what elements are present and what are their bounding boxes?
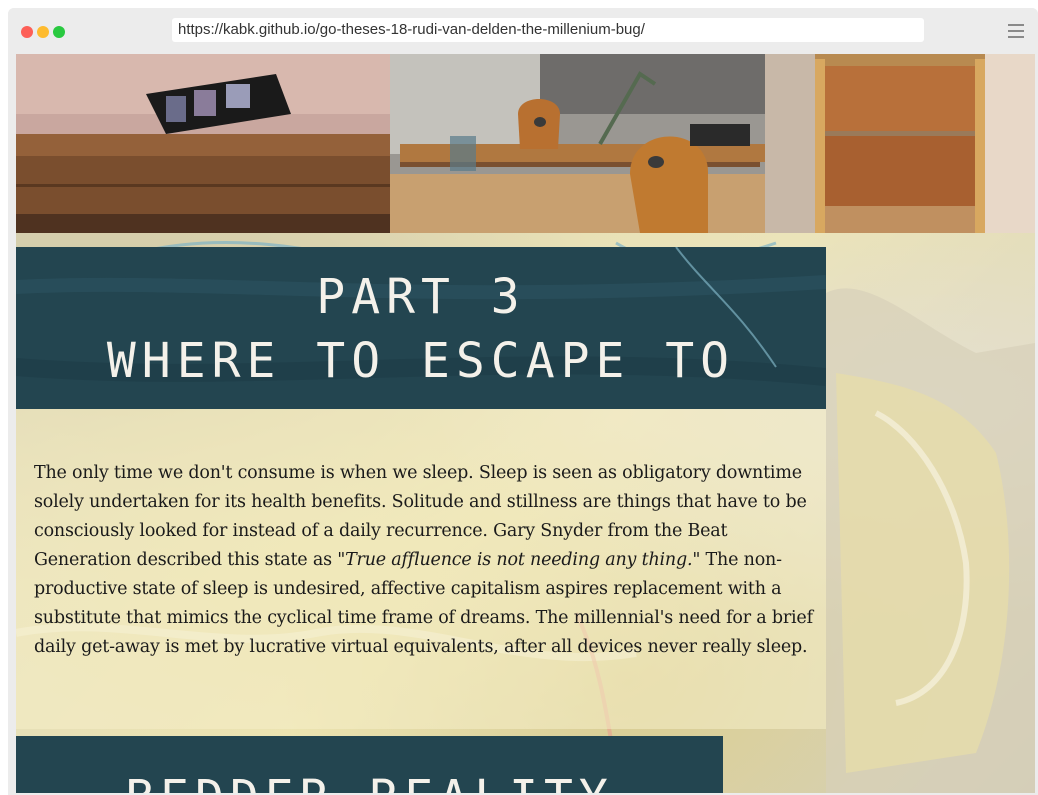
body-text-panel: The only time we don't consume is when w… — [16, 409, 826, 729]
body-paragraph: The only time we don't consume is when w… — [34, 459, 814, 662]
minimize-window-button[interactable] — [37, 26, 49, 38]
page-viewport: PART 3 WHERE TO ESCAPE TO The only time … — [16, 54, 1035, 793]
heading-title: WHERE TO ESCAPE TO — [106, 333, 736, 389]
next-section-heading: BEDDER REALITY — [16, 768, 723, 793]
page-heading: PART 3 WHERE TO ESCAPE TO — [16, 247, 826, 409]
next-section-heading-banner: BEDDER REALITY — [16, 736, 723, 793]
address-bar[interactable]: https://kabk.github.io/go-theses-18-rudi… — [172, 18, 924, 42]
maximize-window-button[interactable] — [53, 26, 65, 38]
photo-wicker-drawers — [765, 54, 1035, 233]
photo-radio-on-desk — [16, 54, 390, 233]
photo-strip — [16, 54, 1035, 233]
heading-part-number: PART 3 — [316, 269, 526, 325]
photo-desk-chairs — [390, 54, 765, 233]
hamburger-menu-icon[interactable] — [1008, 24, 1024, 38]
browser-window: https://kabk.github.io/go-theses-18-rudi… — [8, 8, 1038, 795]
browser-titlebar: https://kabk.github.io/go-theses-18-rudi… — [8, 8, 1038, 54]
snyder-quote: True affluence is not needing any thing. — [345, 550, 693, 570]
close-window-button[interactable] — [21, 26, 33, 38]
section-heading-banner: PART 3 WHERE TO ESCAPE TO — [16, 247, 826, 409]
